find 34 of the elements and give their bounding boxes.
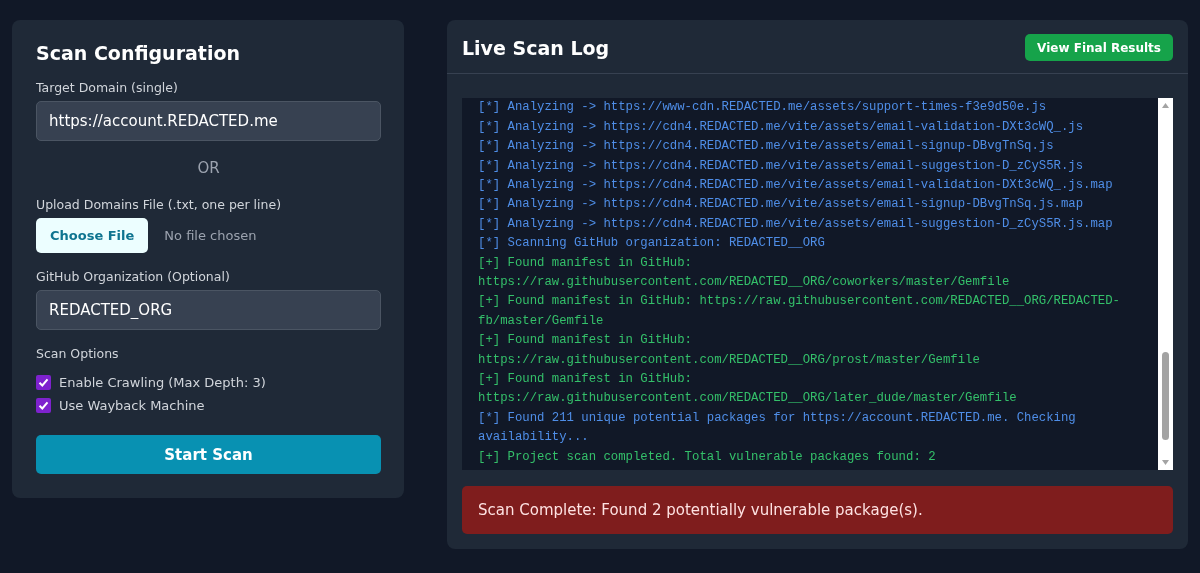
panel-title: Scan Configuration bbox=[36, 42, 241, 64]
log-line: [+] Project scan completed. Total vulnerable packages found: 2 bbox=[478, 448, 937, 466]
log-line: [*] Analyzing -> https://cdn4.REDACTED.me/vite/assets/email-signup-DBvgTnSq.js.map bbox=[478, 196, 1085, 214]
log-line: [*] Analyzing -> https://www-cdn.REDACTED.me/assets/support-times-f3e9d50e.js bbox=[478, 99, 1048, 117]
log-line: [*] Scanning GitHub organization: REDACTED__ORG bbox=[478, 235, 826, 253]
choose-file-button[interactable]: Choose File bbox=[36, 218, 149, 253]
field-label: GitHub Organization (Optional) bbox=[36, 269, 231, 284]
or-separator: OR bbox=[196, 159, 221, 177]
log-line: [+] Found manifest in GitHub: https://raw.githubusercontent.com/REDACTED__ORG/coworkers/master/Gemfile bbox=[478, 254, 1011, 291]
domain-input[interactable]: https://account.REDACTED.me bbox=[36, 101, 381, 141]
panel-title: Live Scan Log bbox=[462, 36, 610, 59]
log-line: [*] Analyzing -> https://cdn4.REDACTED.me/vite/assets/email-validation-DXt3cWQ_.js bbox=[478, 118, 1085, 136]
section-label: Scan Options bbox=[36, 346, 120, 361]
start-scan-button[interactable]: Start Scan bbox=[36, 435, 381, 474]
view-results-button[interactable]: View Final Results bbox=[1025, 34, 1173, 61]
option-label: Use Wayback Machine bbox=[59, 398, 205, 413]
log-line: [*] Found 211 unique potential packages for https://account.REDACTED.me. Checking availability... bbox=[478, 409, 1077, 447]
log-line: [*] Analyzing -> https://cdn4.REDACTED.me/vite/assets/email-signup-DBvgTnSq.js bbox=[478, 138, 1055, 156]
checkbox[interactable] bbox=[36, 398, 51, 413]
checkbox[interactable] bbox=[36, 375, 51, 390]
log-line: [+] Found manifest in GitHub: https://raw.githubusercontent.com/REDACTED__ORG/prost/master/Gemfile bbox=[478, 332, 981, 369]
field-label: Upload Domains File (.txt, one per line) bbox=[36, 197, 283, 212]
log-line: [+] Found manifest in GitHub: https://raw.githubusercontent.com/REDACTED__ORG/REDACTED-fb/master/Gemfile bbox=[478, 293, 1121, 330]
log-line: [*] Analyzing -> https://cdn4.REDACTED.me/vite/assets/email-suggestion-D_zCyS5R.js bbox=[478, 157, 1085, 175]
log-line: [*] Analyzing -> https://cdn4.REDACTED.me/vite/assets/email-suggestion-D_zCyS5R.js.map bbox=[478, 215, 1114, 233]
option-label: Enable Crawling (Max Depth: 3) bbox=[59, 375, 266, 390]
field-label: Target Domain (single) bbox=[36, 80, 179, 95]
scroll-thumb[interactable] bbox=[1162, 352, 1169, 440]
alert-banner: Scan Complete: Found 2 potentially vulnerable package(s). bbox=[462, 486, 1173, 534]
file-status: No file chosen bbox=[164, 228, 257, 243]
scrollbar[interactable] bbox=[1158, 98, 1173, 470]
log-line: [*] Analyzing -> https://cdn4.REDACTED.me/vite/assets/email-validation-DXt3cWQ_.js.map bbox=[478, 176, 1114, 194]
org-input[interactable]: REDACTED_ORG bbox=[36, 290, 381, 330]
log-line: [+] Found manifest in GitHub: https://raw.githubusercontent.com/REDACTED__ORG/later_dude/master/Gemfile bbox=[478, 370, 1018, 408]
